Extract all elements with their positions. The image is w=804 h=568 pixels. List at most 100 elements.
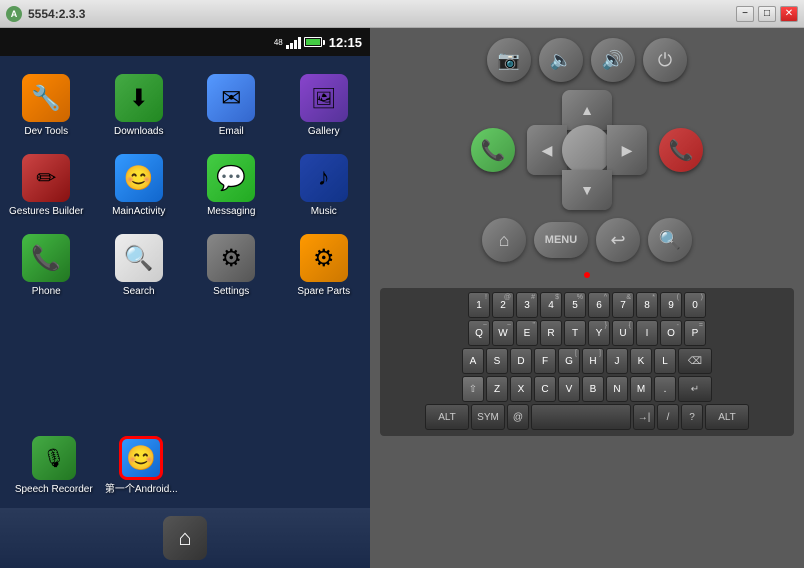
volume-up-button[interactable]: 🔊 xyxy=(591,38,635,82)
app-speechrecorder[interactable]: 🎙 Speech Recorder xyxy=(10,428,98,504)
key-q[interactable]: Q~ xyxy=(468,320,490,346)
app-devtools[interactable]: 🔧 Dev Tools xyxy=(0,66,93,146)
app-settings[interactable]: ⚙ Settings xyxy=(185,226,278,306)
key-n[interactable]: N xyxy=(606,376,628,402)
bottom-dock: ⌂ xyxy=(0,508,370,568)
minimize-button[interactable]: − xyxy=(736,6,754,22)
maximize-button[interactable]: □ xyxy=(758,6,776,22)
downloads-icon: ⬇ xyxy=(115,74,163,122)
key-u[interactable]: U{ xyxy=(612,320,634,346)
key-v[interactable]: V xyxy=(558,376,580,402)
app-firstapp[interactable]: 😊 第一个Android... xyxy=(98,428,186,504)
music-label: Music xyxy=(311,206,337,218)
app-search[interactable]: 🔍 Search xyxy=(93,226,186,306)
dpad-down-button[interactable]: ▼ xyxy=(562,170,612,210)
call-button[interactable]: 📞 xyxy=(471,128,515,172)
key-alt-right[interactable]: ALT xyxy=(705,404,749,430)
signal-bar-1 xyxy=(286,45,289,49)
app-music[interactable]: ♪ Music xyxy=(278,146,371,226)
key-8[interactable]: 8* xyxy=(636,292,658,318)
key-shift[interactable]: ⇧ xyxy=(462,376,484,402)
volume-down-button[interactable]: 🔈 xyxy=(539,38,583,82)
call-dpad-row: 📞 ▲ ◀ ▶ ▼ 📞 xyxy=(471,90,703,210)
key-g[interactable]: G[ xyxy=(558,348,580,374)
key-9[interactable]: 9( xyxy=(660,292,682,318)
key-enter[interactable]: ↵ xyxy=(678,376,712,402)
key-b[interactable]: B xyxy=(582,376,604,402)
dpad: ▲ ◀ ▶ ▼ xyxy=(527,90,647,210)
phone-screen: 48 12:15 🔧 Dev Tools ⬇ xyxy=(0,28,370,568)
key-at[interactable]: @ xyxy=(507,404,529,430)
key-y[interactable]: Y} xyxy=(588,320,610,346)
power-button[interactable]: ⏻ xyxy=(643,38,687,82)
key-space[interactable] xyxy=(531,404,631,430)
back-button[interactable]: ↩ xyxy=(596,218,640,262)
status-bar: 48 12:15 xyxy=(0,28,370,56)
home-button[interactable]: ⌂ xyxy=(163,516,207,560)
key-c[interactable]: C xyxy=(534,376,556,402)
key-arrow[interactable]: →| xyxy=(633,404,655,430)
gestures-icon: ✏ xyxy=(22,154,70,202)
window-title: 5554:2.3.3 xyxy=(28,7,85,21)
app-gallery[interactable]: 🖼 Gallery xyxy=(278,66,371,146)
key-0[interactable]: 0) xyxy=(684,292,706,318)
app-downloads[interactable]: ⬇ Downloads xyxy=(93,66,186,146)
close-button[interactable]: ✕ xyxy=(780,6,798,22)
app-phone[interactable]: 📞 Phone xyxy=(0,226,93,306)
key-t[interactable]: T xyxy=(564,320,586,346)
camera-button[interactable]: 📷 xyxy=(487,38,531,82)
key-sym[interactable]: SYM xyxy=(471,404,505,430)
key-7[interactable]: 7& xyxy=(612,292,634,318)
app-mainactivity[interactable]: 😊 MainActivity xyxy=(93,146,186,226)
search-icon: 🔍 xyxy=(115,234,163,282)
key-alt-left[interactable]: ALT xyxy=(425,404,469,430)
key-del[interactable]: ⌫ xyxy=(678,348,712,374)
search-ctrl-button[interactable]: 🔍 xyxy=(648,218,692,262)
key-1[interactable]: 1! xyxy=(468,292,490,318)
app-messaging[interactable]: 💬 Messaging xyxy=(185,146,278,226)
key-m[interactable]: M xyxy=(630,376,652,402)
dpad-left-button[interactable]: ◀ xyxy=(527,125,567,175)
key-x[interactable]: X xyxy=(510,376,532,402)
key-6[interactable]: 6^ xyxy=(588,292,610,318)
key-a[interactable]: A xyxy=(462,348,484,374)
sys-row: ⌂ MENU ↩ 🔍 xyxy=(482,218,692,262)
app-spareparts[interactable]: ⚙ Spare Parts xyxy=(278,226,371,306)
key-o[interactable]: O- xyxy=(660,320,682,346)
key-question[interactable]: ? xyxy=(681,404,703,430)
key-3[interactable]: 3# xyxy=(516,292,538,318)
key-j[interactable]: J xyxy=(606,348,628,374)
settings-label: Settings xyxy=(213,286,249,298)
app-email[interactable]: ✉ Email xyxy=(185,66,278,146)
keyboard-row-qwerty: Q~ W~ E" R T Y} U{ I O- P= xyxy=(384,320,790,346)
key-z[interactable]: Z xyxy=(486,376,508,402)
keyboard-row-asdf: A S D F G[ H] J K L ⌫ xyxy=(384,348,790,374)
key-d[interactable]: D xyxy=(510,348,532,374)
key-f[interactable]: F xyxy=(534,348,556,374)
key-5[interactable]: 5% xyxy=(564,292,586,318)
signal-bars xyxy=(286,35,301,49)
key-w[interactable]: W~ xyxy=(492,320,514,346)
home-ctrl-button[interactable]: ⌂ xyxy=(482,218,526,262)
key-s[interactable]: S xyxy=(486,348,508,374)
end-call-button[interactable]: 📞 xyxy=(659,128,703,172)
key-i[interactable]: I xyxy=(636,320,658,346)
key-k[interactable]: K xyxy=(630,348,652,374)
dpad-up-button[interactable]: ▲ xyxy=(562,90,612,130)
menu-button[interactable]: MENU xyxy=(534,222,588,258)
dpad-right-button[interactable]: ▶ xyxy=(607,125,647,175)
key-r[interactable]: R xyxy=(540,320,562,346)
key-2[interactable]: 2@ xyxy=(492,292,514,318)
dpad-center-button[interactable] xyxy=(562,125,612,175)
key-e[interactable]: E" xyxy=(516,320,538,346)
key-4[interactable]: 4$ xyxy=(540,292,562,318)
keyboard: 1! 2@ 3# 4$ 5% 6^ 7& 8* 9( 0) Q~ W~ E" R… xyxy=(380,288,794,436)
app-gestures[interactable]: ✏ Gestures Builder xyxy=(0,146,93,226)
key-p[interactable]: P= xyxy=(684,320,706,346)
key-slash[interactable]: / xyxy=(657,404,679,430)
key-h[interactable]: H] xyxy=(582,348,604,374)
phone-icon: 📞 xyxy=(22,234,70,282)
key-period[interactable]: . xyxy=(654,376,676,402)
battery-icon xyxy=(304,37,322,47)
key-l[interactable]: L xyxy=(654,348,676,374)
